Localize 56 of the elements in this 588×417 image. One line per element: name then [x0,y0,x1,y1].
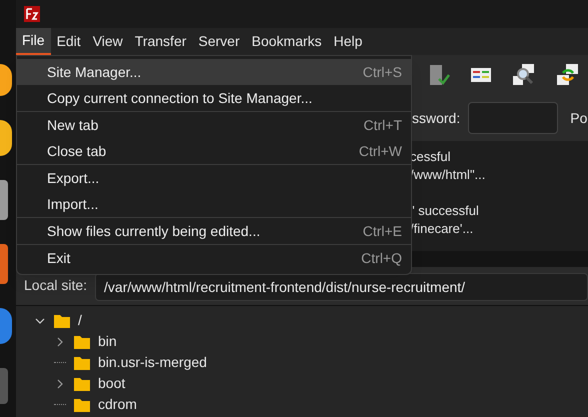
menu-item[interactable]: Show files currently being edited... Ctrl+E [17,218,411,244]
menu-item[interactable]: Export... [17,165,411,191]
list-view-icon[interactable] [470,65,492,85]
menu-item-label: Site Manager... [47,62,142,82]
menu-bar-item[interactable]: Bookmarks [246,28,328,55]
shortcut-label: Ctrl+W [358,142,402,160]
menu-item-label: Close tab [47,142,106,160]
chevron-right-icon[interactable] [55,378,65,388]
folder-icon [74,398,90,412]
menu-item-label: Show files currently being edited... [47,222,260,241]
menu-bar-item[interactable]: Edit [50,28,87,55]
sync-icon[interactable] [556,63,580,87]
shortcut-label: Ctrl+Q [361,248,402,268]
menu-item[interactable]: Close tab Ctrl+W [17,138,411,164]
log-line: /www/html"... [410,166,486,183]
menu-item[interactable]: New tab Ctrl+T [17,112,411,138]
folder-icon [74,376,90,390]
menu-bar-item[interactable]: File [16,28,51,55]
folder-icon [74,334,90,348]
menu-item[interactable]: Import... [17,191,411,217]
folder-icon [54,314,70,328]
menu-bar-item[interactable]: Server [192,28,246,55]
folder-name[interactable]: boot [98,373,126,394]
port-label: Po [570,108,588,128]
password-field[interactable] [468,102,558,134]
folder-name[interactable]: cdrom [98,394,137,415]
shortcut-label: Ctrl+E [362,222,402,240]
server-check-icon[interactable] [428,63,450,87]
chevron-down-icon[interactable] [35,316,45,326]
folder-icon [74,356,90,370]
local-site-label: Local site: [24,276,88,295]
menu-item[interactable]: Copy current connection to Site Manager... [17,85,411,111]
menu-bar-item[interactable]: View [86,28,129,55]
folder-name[interactable]: bin.usr-is-merged [98,352,207,373]
dock-app-icon[interactable] [0,120,12,156]
app-logo-icon [24,6,40,22]
menu-item-label: New tab [47,116,98,134]
search-files-icon[interactable] [512,63,536,87]
dock-app-icon[interactable] [0,308,12,344]
menu-item-label: Export... [47,168,100,188]
shortcut-label: Ctrl+T [364,116,402,134]
menu-item[interactable]: Site Manager... Ctrl+S [17,59,411,85]
menu-bar-item[interactable]: Help [328,28,368,55]
dock-app-icon[interactable] [0,64,12,96]
menu-item[interactable]: Exit Ctrl+Q [17,245,411,271]
password-label: ssword: [412,108,460,128]
menu-item-label: Copy current connection to Site Manager... [47,88,312,108]
chevron-right-icon[interactable] [55,336,65,346]
local-path-field[interactable]: /var/www/html/recruitment-frontend/dist/nurse-recruitment/ [95,273,588,301]
menu-item-label: Exit [47,248,70,268]
shortcut-label: Ctrl+S [362,62,402,82]
folder-name[interactable]: bin [98,331,117,352]
menu-bar-item[interactable]: Transfer [128,28,192,55]
log-line: /finecare'... [410,220,474,237]
menu-item-label: Import... [47,194,98,214]
folder-name[interactable]: / [78,310,82,331]
